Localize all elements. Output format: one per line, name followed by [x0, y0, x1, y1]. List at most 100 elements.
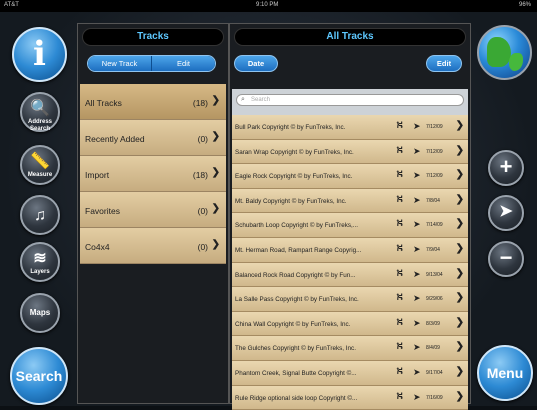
edit-tracks-button[interactable]: Edit	[426, 55, 462, 72]
trail-icon: ⛕	[396, 316, 404, 328]
chevron-right-icon: ❯	[455, 218, 464, 230]
folder-item[interactable]: Favorites (0) ❯	[80, 192, 226, 228]
music-note-icon: ♫	[34, 207, 46, 224]
track-row[interactable]: The Gulches Copyright © by FunTreks, Inc…	[232, 336, 468, 361]
folder-item[interactable]: Recently Added (0) ❯	[80, 120, 226, 156]
clock-label: 9:10 PM	[256, 2, 279, 8]
tool-label: Maps	[29, 308, 51, 317]
folder-count: (0)	[197, 206, 208, 216]
zoom-out-button[interactable]: −	[488, 241, 524, 277]
folder-count: (18)	[192, 98, 208, 108]
chevron-right-icon: ❯	[455, 341, 464, 353]
search-input[interactable]: ⌕ Search	[236, 94, 464, 106]
navigate-arrow-icon[interactable]: ➤	[413, 244, 421, 255]
edit-folders-button[interactable]: Edit	[151, 56, 215, 71]
trail-icon: ⛕	[396, 193, 404, 205]
locate-button[interactable]: ➤	[488, 195, 524, 231]
tool-label: Layers	[30, 269, 50, 275]
tool-button-0[interactable]: 🔍 Address Search	[20, 92, 60, 132]
folder-list: All Tracks (18) ❯ Recently Added (0) ❯ Import(…	[80, 84, 226, 264]
trail-icon: ⛕	[396, 390, 404, 402]
navigate-arrow-icon[interactable]: ➤	[413, 367, 421, 378]
track-list: Bull Park Copyright © by FunTreks, Inc. ⛕…	[232, 115, 468, 410]
track-row[interactable]: Balanced Rock Road Copyright © by Fun...…	[232, 262, 468, 288]
chevron-right-icon: ❯	[455, 365, 464, 377]
track-row[interactable]: Schubarth Loop Copyright © by FunTreks,.…	[232, 213, 468, 238]
chevron-right-icon: ❯	[455, 169, 464, 181]
chevron-right-icon: ❯	[455, 267, 464, 279]
navigate-arrow-icon[interactable]: ➤	[413, 219, 421, 230]
trail-icon: ⛕	[396, 365, 404, 377]
globe-land-icon-2	[509, 53, 523, 71]
ruler-icon: 📏	[30, 153, 50, 170]
chevron-right-icon: ❯	[211, 203, 220, 214]
folder-name: Favorites	[85, 206, 120, 216]
track-title: Schubarth Loop Copyright © by FunTreks,.…	[235, 222, 359, 230]
carrier-label: AT&T	[4, 2, 19, 8]
tool-button-1[interactable]: 📏 Measure	[20, 145, 60, 185]
search-button[interactable]: Search	[10, 347, 68, 405]
sort-date-button[interactable]: Date	[234, 55, 278, 72]
track-row[interactable]: Rule Ridge optional side loop Copyright …	[232, 385, 468, 410]
chevron-right-icon: ❯	[455, 120, 464, 131]
track-row[interactable]: China Wall Copyright © by FunTreks, Inc.…	[232, 311, 468, 337]
trail-icon: ⛕	[396, 292, 404, 304]
track-title: Saran Wrap Copyright © by FunTreks, Inc.	[235, 148, 354, 156]
navigate-arrow-icon[interactable]: ➤	[413, 293, 421, 304]
track-row[interactable]: Phantom Creek, Signal Butte Copyright ©.…	[232, 360, 468, 386]
track-row[interactable]: Mt. Baldy Copyright © by FunTreks, Inc. ⛕…	[232, 188, 468, 214]
track-title: Mt. Baldy Copyright © by FunTreks, Inc.	[235, 197, 347, 205]
navigate-arrow-icon[interactable]: ➤	[413, 195, 421, 206]
folder-item[interactable]: Co4x4 (0) ❯	[80, 228, 226, 264]
zoom-in-button[interactable]: +	[488, 150, 524, 186]
info-icon: i	[33, 34, 46, 74]
navigate-arrow-icon[interactable]: ➤	[413, 318, 421, 329]
navigate-arrow-icon[interactable]: ➤	[413, 146, 421, 157]
tool-label: Measure	[27, 172, 53, 178]
folder-item[interactable]: All Tracks (18) ❯	[80, 84, 226, 120]
search-icon: ⌕	[241, 96, 245, 103]
track-title: La Salle Pass Copyright © by FunTreks, I…	[235, 296, 359, 304]
track-row[interactable]: Saran Wrap Copyright © by FunTreks, Inc.…	[232, 139, 468, 165]
globe-button[interactable]	[477, 25, 532, 80]
trail-icon: ⛕	[396, 169, 404, 181]
track-date: 7/16/09	[426, 394, 443, 401]
track-date: 9/29/06	[426, 296, 443, 303]
menu-button[interactable]: Menu	[477, 345, 533, 401]
track-title: Balanced Rock Road Copyright © by Fun...	[235, 271, 356, 279]
info-button[interactable]: i	[12, 27, 67, 82]
track-title: The Gulches Copyright © by FunTreks, Inc…	[235, 345, 356, 353]
panel-title-tracks: Tracks	[82, 28, 224, 46]
trail-icon: ⛕	[396, 218, 404, 230]
track-title: Mt. Herman Road, Rampart Range Copyrig..…	[235, 246, 362, 254]
navigate-arrow-icon[interactable]: ➤	[413, 269, 421, 280]
navigate-arrow-icon[interactable]: ➤	[413, 121, 421, 132]
track-row[interactable]: La Salle Pass Copyright © by FunTreks, I…	[232, 287, 468, 312]
folder-item[interactable]: Import (18) ❯	[80, 156, 226, 192]
search-placeholder: Search	[251, 97, 271, 103]
track-date: 8/4/09	[426, 345, 440, 352]
track-date: 7/9/04	[426, 246, 440, 253]
chevron-right-icon: ❯	[455, 292, 464, 304]
new-track-button[interactable]: New Track	[88, 56, 151, 71]
all-tracks-panel: All Tracks Date Edit ⌕ Search Bull Park …	[229, 23, 471, 410]
track-row[interactable]: Eagle Rock Copyright © by FunTreks, Inc.…	[232, 164, 468, 189]
magnifier-icon: 🔍	[30, 100, 50, 117]
layers-icon: ≋	[33, 250, 47, 267]
navigate-arrow-icon[interactable]: ➤	[413, 392, 421, 403]
tool-button-4[interactable]: Maps	[20, 293, 60, 333]
navigate-arrow-icon[interactable]: ➤	[413, 170, 421, 181]
navigate-arrow-icon[interactable]: ➤	[413, 342, 421, 353]
track-date: 9/13/04	[426, 271, 443, 278]
track-row[interactable]: Mt. Herman Road, Rampart Range Copyrig..…	[232, 237, 468, 263]
track-date: 7/12/09	[426, 173, 443, 180]
track-title: China Wall Copyright © by FunTreks, Inc.	[235, 320, 351, 328]
trail-icon: ⛕	[396, 120, 404, 131]
track-row[interactable]: Bull Park Copyright © by FunTreks, Inc. ⛕…	[232, 115, 468, 140]
track-date: 9/17/04	[426, 369, 443, 376]
tool-button-3[interactable]: ≋ Layers	[20, 242, 60, 282]
tool-button-2[interactable]: ♫	[20, 195, 60, 235]
trail-icon: ⛕	[396, 242, 404, 254]
status-bar: AT&T 9:10 PM 96%	[0, 0, 537, 12]
folder-count: (0)	[197, 242, 208, 252]
